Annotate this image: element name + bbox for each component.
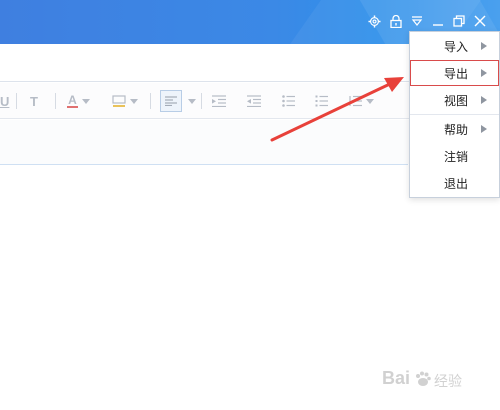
menu-item-exit[interactable]: 退出 <box>410 170 499 196</box>
menu-item-label: 导入 <box>444 39 469 54</box>
menu-item-view[interactable]: 视图 <box>410 87 499 113</box>
menu-item-import[interactable]: 导入 <box>410 33 499 59</box>
watermark-sub: 经验 <box>434 374 462 390</box>
watermark: Bai 经验 <box>380 362 498 406</box>
submenu-arrow-icon <box>481 42 487 50</box>
menu-item-label: 视图 <box>444 93 469 108</box>
submenu-arrow-icon <box>481 125 487 133</box>
paw-icon <box>416 371 431 386</box>
submenu-arrow-icon <box>481 69 487 77</box>
main-dropdown-menu: 导入 导出 视图 帮助 注销 退出 <box>409 31 500 198</box>
menu-item-logout[interactable]: 注销 <box>410 143 499 169</box>
menu-item-label: 导出 <box>444 66 469 81</box>
menu-item-label: 帮助 <box>444 122 469 137</box>
menu-item-help[interactable]: 帮助 <box>410 116 499 142</box>
menu-item-label: 退出 <box>444 176 469 191</box>
submenu-arrow-icon <box>481 96 487 104</box>
menu-item-export[interactable]: 导出 <box>410 60 499 86</box>
menu-separator <box>410 114 499 115</box>
watermark-brand: Bai <box>382 368 411 388</box>
menu-item-label: 注销 <box>444 149 469 164</box>
